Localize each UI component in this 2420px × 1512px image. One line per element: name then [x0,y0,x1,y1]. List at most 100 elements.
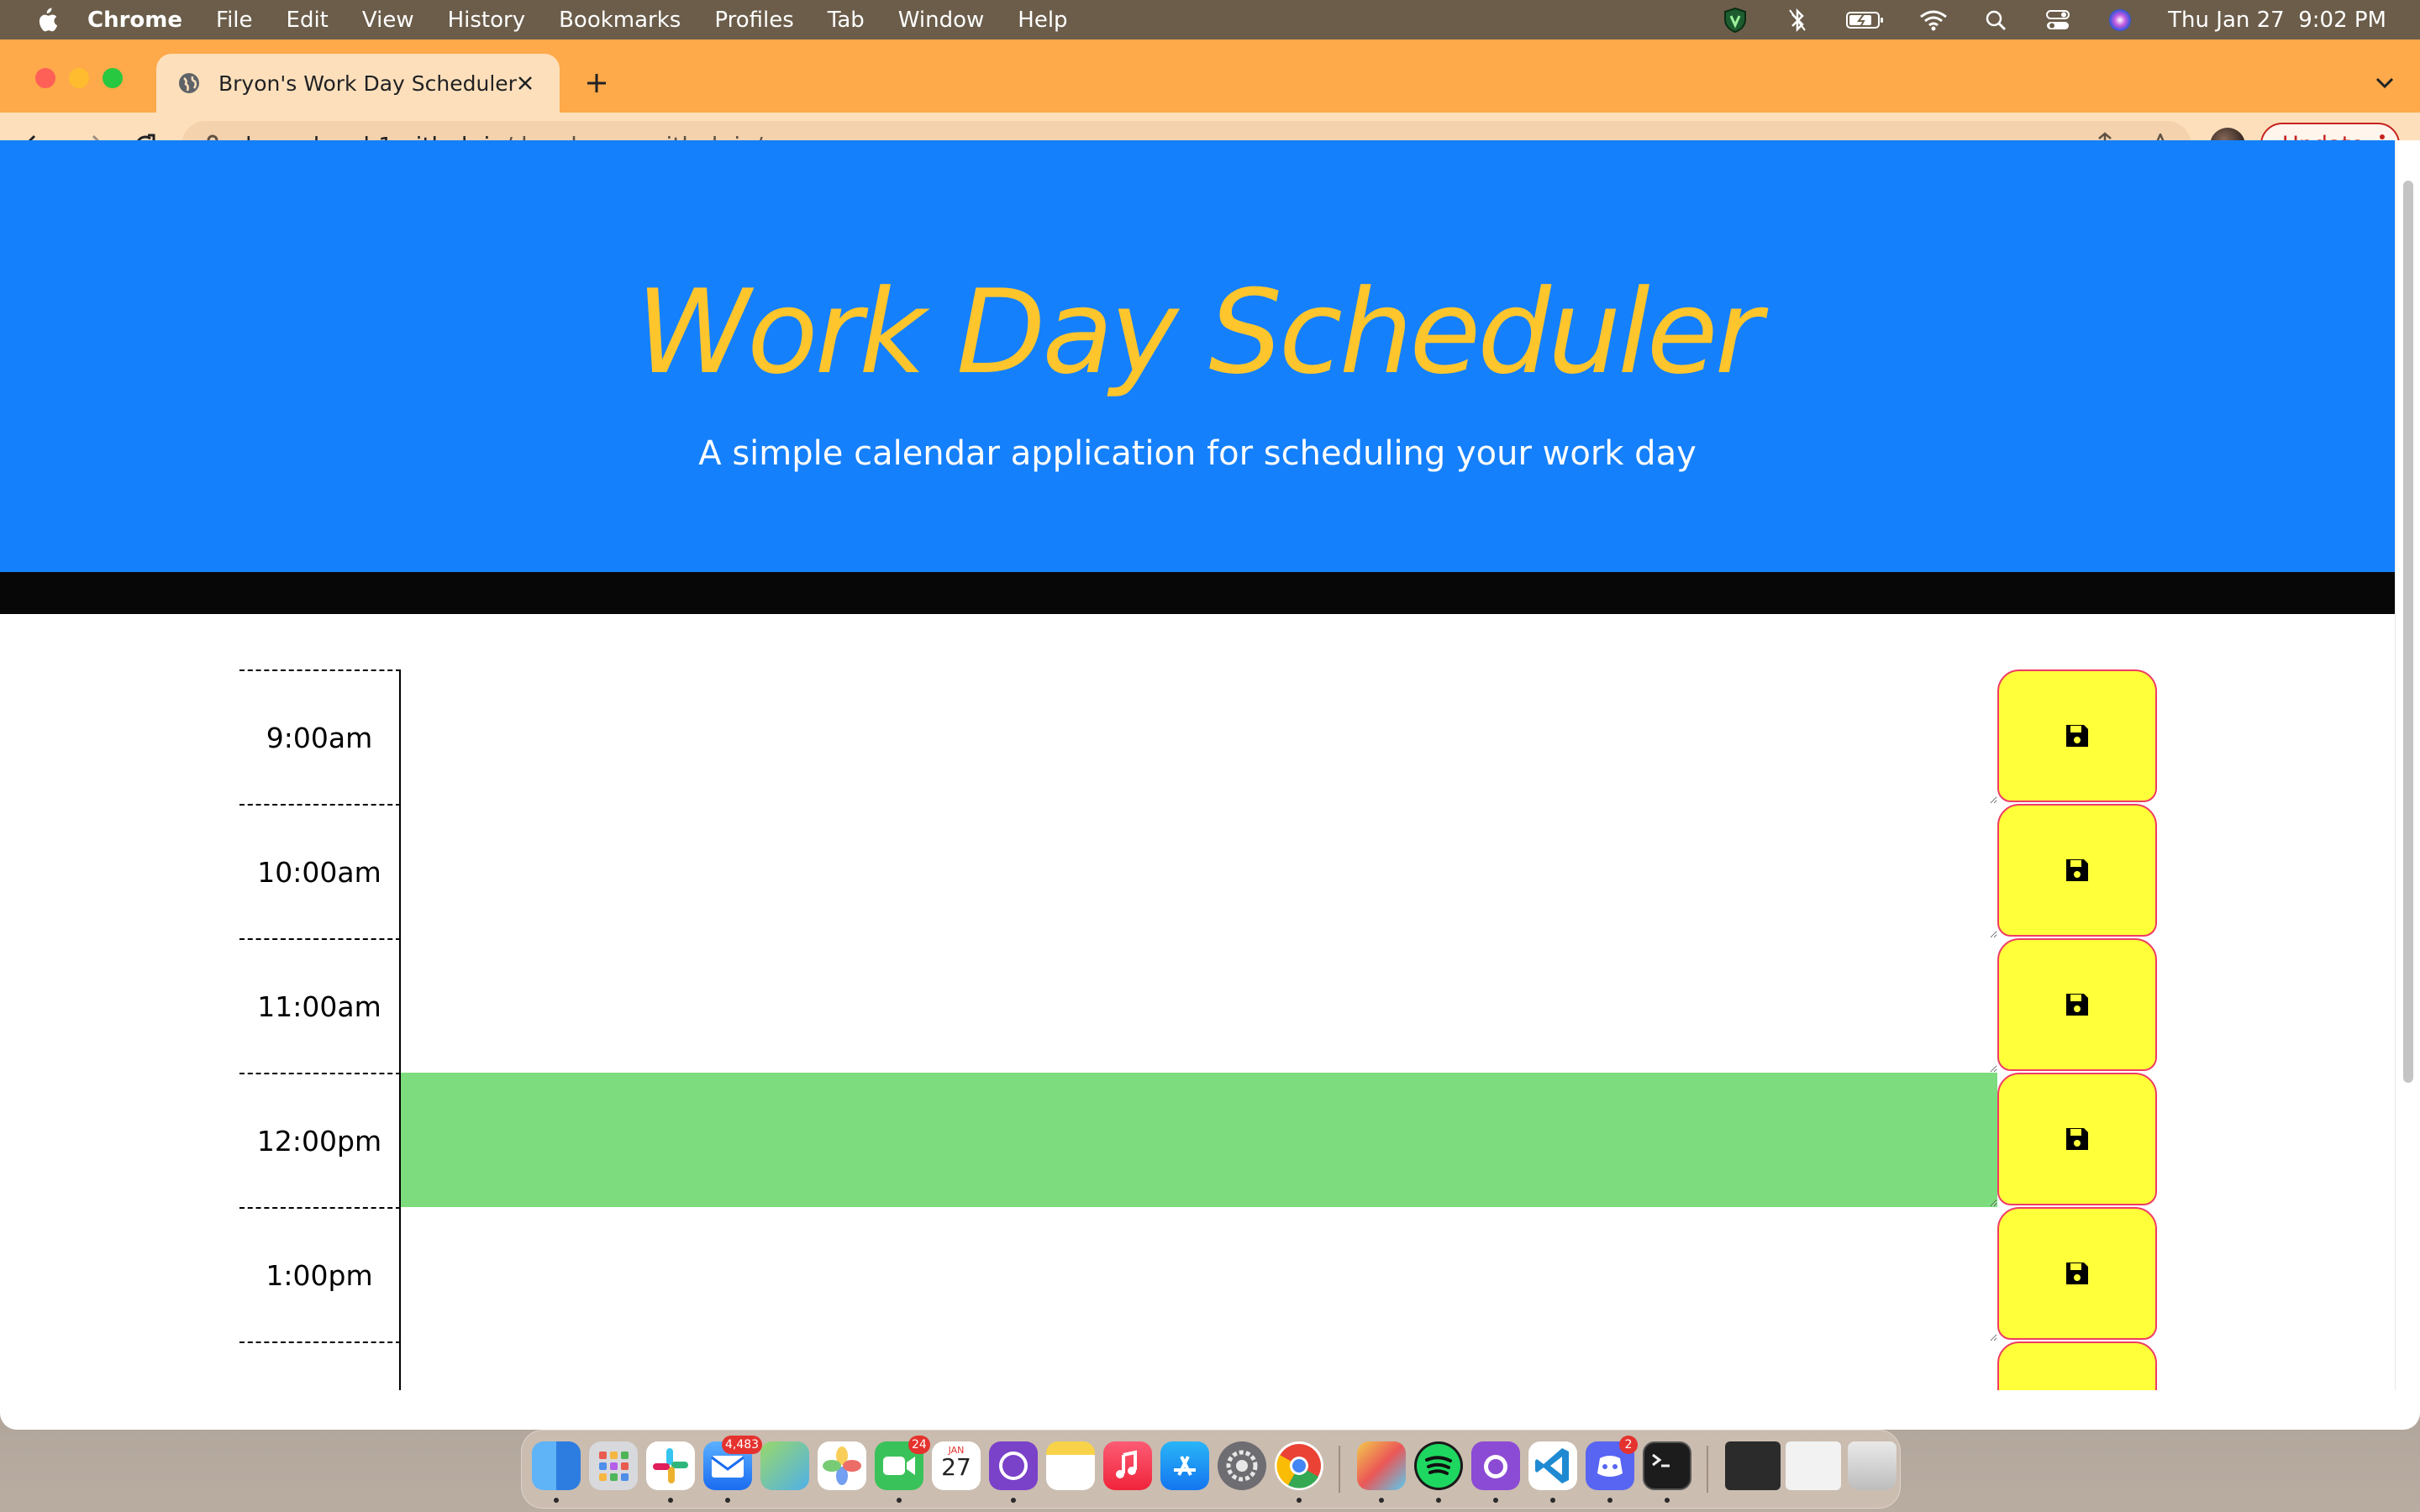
tab-strip: Bryon's Work Day Scheduler [0,39,2420,113]
jumbotron-header: Work Day Scheduler A simple calendar app… [0,140,2395,572]
floppy-disk-icon [2064,991,2091,1018]
photos-icon[interactable] [818,1441,866,1490]
color-picker-icon[interactable] [1357,1441,1406,1490]
event-description-input[interactable] [401,804,1997,938]
time-block-row: 10:00am [239,804,2157,938]
hour-label: 1:00pm [239,1207,401,1341]
time-block-row: 9:00am [239,669,2157,804]
floppy-disk-icon [2064,857,2091,884]
dock-separator [1339,1446,1340,1493]
running-indicator [1550,1498,1555,1503]
menu-tab[interactable]: Tab [828,8,865,33]
running-indicator [725,1498,730,1503]
control-center-icon[interactable] [2044,6,2072,34]
event-description-input[interactable] [401,938,1997,1073]
github-icon[interactable] [1471,1441,1520,1490]
siri-icon[interactable] [2106,6,2134,34]
tab-title: Bryon's Work Day Scheduler [218,71,517,96]
battery-icon[interactable] [1845,6,1886,34]
vscode-icon[interactable] [1528,1441,1577,1490]
hour-label [239,1341,401,1390]
running-indicator [1379,1498,1384,1503]
menu-file[interactable]: File [216,8,253,33]
hour-label: 10:00am [239,804,401,938]
slack-icon[interactable] [646,1441,695,1490]
running-indicator [1493,1498,1498,1503]
macos-menu-bar: Chrome File Edit View History Bookmarks … [0,0,2420,39]
current-day-bar [0,572,2395,614]
time-block-row: 11:00am [239,938,2157,1073]
page-title: Work Day Scheduler [635,265,1763,400]
save-button[interactable] [1997,804,2157,937]
running-indicator [1607,1498,1612,1503]
calendar-icon[interactable]: JAN 27 [932,1441,981,1490]
running-indicator [554,1498,559,1503]
minimized-window-thumbnail[interactable] [1786,1441,1841,1490]
window-zoom-button[interactable] [103,68,123,88]
menu-history[interactable]: History [448,8,526,33]
save-button[interactable] [1997,669,2157,802]
chrome-icon[interactable] [1275,1441,1323,1490]
menu-edit[interactable]: Edit [287,8,329,33]
menu-view[interactable]: View [362,8,414,33]
running-indicator [1297,1498,1302,1503]
terminal-icon[interactable] [1643,1441,1691,1490]
save-button[interactable] [1997,1207,2157,1340]
spotlight-search-icon[interactable] [1981,6,2010,34]
page-viewport: Work Day Scheduler A simple calendar app… [0,140,2395,1390]
event-description-input[interactable] [401,1341,1997,1390]
new-tab-button[interactable] [580,66,613,100]
facetime-badge: 24 [908,1436,930,1454]
running-indicator [668,1498,673,1503]
save-button[interactable] [1997,1341,2157,1390]
event-description-input[interactable] [401,1073,1997,1207]
wifi-icon[interactable] [1919,6,1948,34]
hour-label: 11:00am [239,938,401,1073]
trash-icon[interactable] [1848,1441,1897,1490]
floppy-disk-icon [2064,1126,2091,1152]
minimized-window-thumbnail[interactable] [1725,1441,1781,1490]
tab-close-icon[interactable] [511,69,539,97]
window-close-button[interactable] [35,68,55,88]
menu-help[interactable]: Help [1018,8,1067,33]
github-desktop-icon[interactable] [989,1441,1038,1490]
bluetooth-icon[interactable] [1783,6,1812,34]
scrollbar-thumb[interactable] [2403,181,2413,1083]
app-store-icon[interactable] [1160,1441,1209,1490]
spotify-icon[interactable] [1414,1441,1463,1490]
floppy-disk-icon [2064,1260,2091,1287]
event-description-input[interactable] [401,669,1997,804]
dock-separator [1707,1446,1708,1493]
music-icon[interactable] [1103,1441,1152,1490]
active-tab[interactable]: Bryon's Work Day Scheduler [156,54,560,113]
maps-icon[interactable] [760,1441,809,1490]
clock-datetime[interactable]: Thu Jan 27 9:02 PM [2168,8,2386,33]
time-block-row: 1:00pm [239,1207,2157,1341]
menu-profiles[interactable]: Profiles [714,8,793,33]
system-preferences-icon[interactable] [1218,1441,1266,1490]
running-indicator [1011,1498,1016,1503]
save-button[interactable] [1997,938,2157,1071]
apple-menu-icon[interactable] [34,6,59,34]
status-area: Thu Jan 27 9:02 PM [1721,0,2386,39]
event-description-input[interactable] [401,1207,1997,1341]
finder-icon[interactable] [532,1441,581,1490]
mail-unread-badge: 4,483 [722,1436,763,1454]
save-button[interactable] [1997,1073,2157,1205]
hour-label: 12:00pm [239,1073,401,1207]
notes-icon[interactable] [1046,1441,1095,1490]
shield-icon[interactable] [1721,6,1749,34]
calendar-day: 27 [941,1453,971,1481]
page-scrollbar[interactable] [2395,140,2420,1390]
globe-icon [176,71,202,96]
menu-window[interactable]: Window [898,8,985,33]
launchpad-icon[interactable] [589,1441,638,1490]
floppy-disk-icon [2064,722,2091,749]
page-subtitle: A simple calendar application for schedu… [698,434,1697,473]
menu-app-name[interactable]: Chrome [87,8,182,33]
menu-bookmarks[interactable]: Bookmarks [559,8,681,33]
browser-window: Bryon's Work Day Scheduler bryonbsmb1.gi… [0,39,2420,1430]
window-minimize-button[interactable] [69,68,89,88]
hour-label: 9:00am [239,669,401,804]
tab-search-chevron-down-icon[interactable] [2370,68,2400,98]
